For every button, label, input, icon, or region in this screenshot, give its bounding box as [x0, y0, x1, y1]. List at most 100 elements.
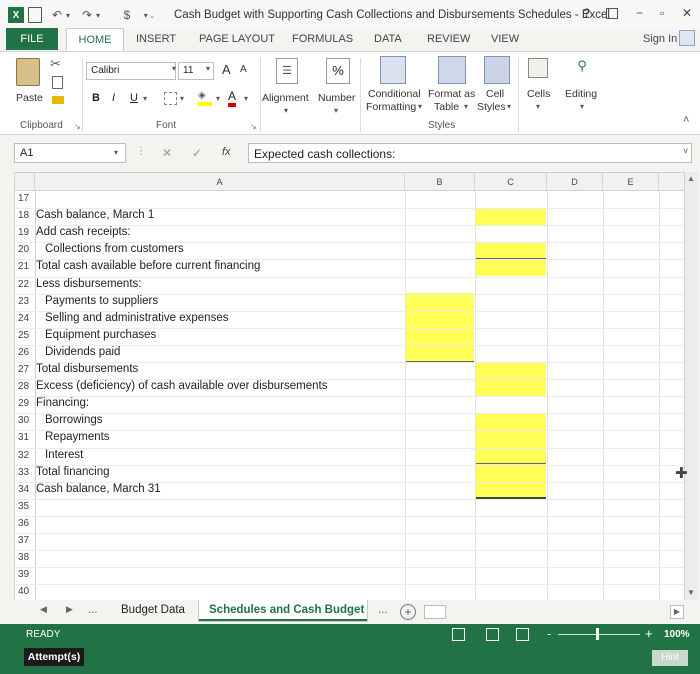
row-header[interactable]: 34 [18, 484, 38, 495]
cells-icon[interactable] [528, 58, 548, 78]
alignment-button[interactable]: Alignment [262, 92, 309, 104]
cell-a[interactable]: Financing: [36, 397, 89, 409]
redo-icon[interactable]: ↷ [80, 7, 94, 23]
row-header[interactable]: 26 [18, 347, 38, 358]
input-cell-c18[interactable] [476, 208, 546, 225]
zoom-slider[interactable] [558, 634, 640, 635]
cut-icon[interactable]: ✂ [50, 56, 61, 72]
cells-button[interactable]: Cells [527, 88, 550, 100]
row-header[interactable]: 27 [18, 364, 38, 375]
input-cell-c27[interactable] [476, 362, 546, 379]
cell-a[interactable]: Payments to suppliers [45, 295, 158, 307]
number-format-icon[interactable]: % [326, 58, 350, 84]
format-as-table-dropdown-icon[interactable]: ▾ [464, 102, 468, 111]
name-box[interactable]: A1 [14, 143, 126, 163]
input-cell-c21[interactable] [476, 259, 546, 276]
italic-button[interactable]: I [112, 92, 115, 104]
expand-formula-bar-icon[interactable]: ˅ [683, 146, 688, 156]
alignment-dropdown-icon[interactable]: ▾ [284, 106, 288, 115]
cell-a[interactable]: Repayments [45, 431, 110, 443]
row-header[interactable]: 24 [18, 313, 38, 324]
worksheet-grid[interactable]: A B C D E 17 18 Cash balance, March 1 19 Add… [14, 172, 690, 602]
fill-color-dropdown-icon[interactable]: ▾ [216, 94, 220, 103]
undo-dropdown-icon[interactable]: ▾ [64, 7, 72, 23]
zoom-level[interactable]: 100% [664, 629, 690, 640]
row-header[interactable]: 28 [18, 381, 38, 392]
editing-button[interactable]: Editing [565, 88, 597, 100]
cell-a[interactable]: Borrowings [45, 414, 103, 426]
row-header[interactable]: 36 [18, 518, 38, 529]
scroll-down-icon[interactable]: ▼ [687, 588, 695, 597]
row-header[interactable]: 18 [18, 210, 38, 221]
formula-input[interactable]: Expected cash collections: [248, 143, 692, 163]
number-button[interactable]: Number [318, 92, 355, 104]
input-cell-c20[interactable] [476, 242, 546, 259]
tab-view[interactable]: VIEW [491, 33, 519, 45]
format-as-table-button[interactable]: Format as [428, 88, 475, 100]
redo-dropdown-icon[interactable]: ▾ [94, 7, 102, 23]
paste-icon[interactable] [16, 58, 40, 86]
zoom-out-button[interactable]: - [547, 626, 551, 641]
row-header[interactable]: 20 [18, 244, 38, 255]
cell-styles-button[interactable]: Cell [486, 88, 504, 100]
row-header[interactable]: 39 [18, 569, 38, 580]
horizontal-scrollbar[interactable] [424, 605, 446, 619]
ribbon-display-options-icon[interactable] [606, 8, 618, 19]
row-header[interactable]: 21 [18, 261, 38, 272]
font-name-select[interactable]: Calibri [86, 62, 176, 80]
normal-view-icon[interactable] [452, 628, 465, 641]
cell-a[interactable]: Excess (deficiency) of cash available ov… [36, 380, 327, 392]
cell-a[interactable]: Total cash available before current fina… [36, 260, 260, 272]
row-header[interactable]: 40 [18, 586, 38, 597]
row-header[interactable]: 31 [18, 432, 38, 443]
sheet-tab-budget-data[interactable]: Budget Data [121, 604, 185, 616]
format-as-table-icon[interactable] [438, 56, 466, 84]
row-header[interactable]: 22 [18, 279, 38, 290]
user-avatar-icon[interactable] [679, 30, 695, 46]
scroll-sheets-right-icon[interactable]: ▶ [66, 604, 73, 615]
cell-a[interactable]: Dividends paid [45, 346, 120, 358]
borders-icon[interactable] [164, 92, 177, 105]
row-header[interactable]: 35 [18, 501, 38, 512]
font-size-dropdown-icon[interactable]: ▾ [206, 64, 210, 73]
editing-dropdown-icon[interactable]: ▾ [580, 102, 584, 111]
vertical-scrollbar[interactable] [684, 172, 698, 602]
save-icon[interactable] [28, 7, 42, 23]
undo-icon[interactable]: ↶ [50, 7, 64, 23]
column-header-c[interactable]: C [475, 173, 547, 191]
row-header[interactable]: 29 [18, 398, 38, 409]
conditional-formatting-icon[interactable] [380, 56, 406, 84]
copy-icon[interactable] [52, 76, 63, 89]
new-sheet-button[interactable]: + [400, 604, 416, 620]
row-header[interactable]: 25 [18, 330, 38, 341]
input-range-c30-c32[interactable] [476, 413, 546, 464]
collapse-ribbon-icon[interactable]: ˄ [683, 114, 689, 126]
sheets-more-left[interactable]: ... [88, 604, 98, 616]
font-color-button[interactable]: A [228, 90, 237, 107]
column-header-b[interactable]: B [405, 173, 475, 191]
cell-a[interactable]: Cash balance, March 1 [36, 209, 154, 221]
format-painter-icon[interactable] [52, 96, 64, 104]
cell-styles-dropdown-icon[interactable]: ▾ [507, 102, 511, 111]
conditional-formatting-button[interactable]: Conditional [368, 88, 421, 100]
column-header-d[interactable]: D [547, 173, 603, 191]
cell-a[interactable]: Cash balance, March 31 [36, 483, 161, 495]
cell-a[interactable]: Interest [45, 449, 83, 461]
cell-styles-icon[interactable] [484, 56, 510, 84]
cell-a[interactable]: Equipment purchases [45, 329, 156, 341]
tab-page-layout[interactable]: PAGE LAYOUT [199, 33, 275, 45]
input-cell-c33[interactable] [476, 464, 546, 481]
cells-dropdown-icon[interactable]: ▾ [536, 102, 540, 111]
row-header[interactable]: 38 [18, 552, 38, 563]
paste-button[interactable]: Paste [16, 92, 43, 104]
input-cell-c34[interactable] [476, 481, 546, 498]
qat-customize-icon[interactable]: ▾ ₌ [140, 7, 158, 23]
alignment-icon[interactable]: ☰ [276, 58, 298, 84]
row-header[interactable]: 17 [18, 193, 38, 204]
formula-bar-grip-icon[interactable]: ⋮ [136, 146, 146, 157]
cell-a[interactable]: Total disbursements [36, 363, 138, 375]
font-launcher-icon[interactable]: ↘ [250, 122, 257, 131]
underline-button[interactable]: U [130, 92, 138, 104]
restore-button[interactable]: ▫ [660, 6, 664, 20]
cell-a[interactable]: Selling and administrative expenses [45, 312, 228, 324]
